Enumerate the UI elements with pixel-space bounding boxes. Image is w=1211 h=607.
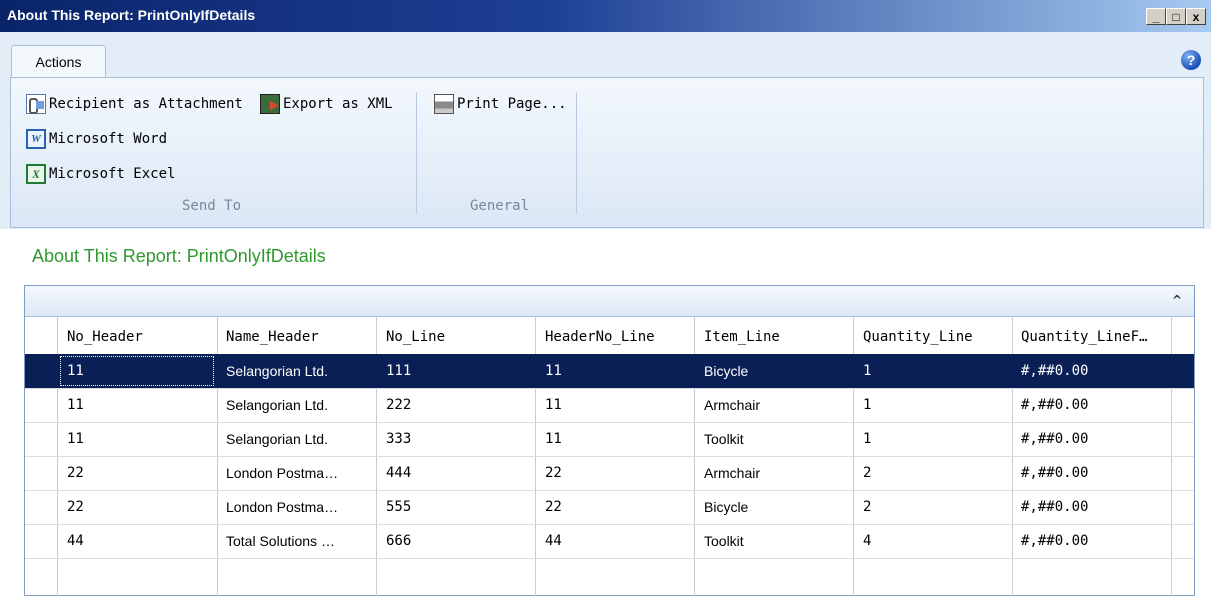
- table-cell: 222: [386, 397, 412, 413]
- microsoft-word-label: Microsoft Word: [49, 131, 168, 147]
- table-cell: Total Solutions …: [226, 533, 335, 549]
- table-cell: London Postma…: [226, 499, 339, 515]
- table-cell: 444: [386, 465, 412, 481]
- group-separator: [576, 92, 577, 214]
- column-header-name-header[interactable]: Name_Header: [226, 320, 319, 354]
- table-cell: Armchair: [704, 465, 761, 481]
- export-as-xml-label: Export as XML: [283, 96, 393, 112]
- table-row[interactable]: 22 London Postma… 444 22 Armchair 2 #,##…: [25, 456, 1194, 490]
- table-cell: Selangorian Ltd.: [226, 431, 328, 447]
- table-cell: 4: [863, 533, 872, 549]
- table-row[interactable]: 22 London Postma… 555 22 Bicycle 2 #,##0…: [25, 490, 1194, 524]
- grid-header-row: No_Header Name_Header No_Line HeaderNo_L…: [25, 320, 1194, 354]
- table-cell: 11: [545, 397, 562, 413]
- microsoft-excel-button[interactable]: X Microsoft Excel: [26, 162, 175, 186]
- print-page-button[interactable]: Print Page...: [434, 92, 567, 116]
- group-label-general: General: [470, 198, 530, 214]
- column-header-quantity-line-format[interactable]: Quantity_LineF…: [1021, 320, 1147, 354]
- table-cell: 1: [863, 363, 872, 379]
- table-cell: #,##0.00: [1021, 465, 1089, 481]
- grid-toolbar: ^: [25, 286, 1194, 317]
- table-cell: 1: [863, 431, 872, 447]
- table-cell: #,##0.00: [1021, 499, 1089, 515]
- table-cell: 1: [863, 397, 872, 413]
- group-label-send-to: Send To: [182, 198, 242, 214]
- table-cell: 666: [386, 533, 412, 549]
- table-cell: 11: [545, 363, 562, 379]
- column-header-no-line[interactable]: No_Line: [386, 320, 445, 354]
- table-row[interactable]: 44 Total Solutions … 666 44 Toolkit 4 #,…: [25, 524, 1194, 558]
- column-header-item-line[interactable]: Item_Line: [704, 320, 780, 354]
- close-button[interactable]: x: [1186, 8, 1206, 25]
- attachment-icon: [26, 94, 46, 114]
- table-cell: #,##0.00: [1021, 397, 1089, 413]
- table-cell: 44: [67, 533, 84, 549]
- table-cell: 2: [863, 499, 872, 515]
- printer-icon: [434, 94, 454, 114]
- table-cell: #,##0.00: [1021, 533, 1089, 549]
- table-row[interactable]: 11 Selangorian Ltd. 222 11 Armchair 1 #,…: [25, 388, 1194, 422]
- table-cell: #,##0.00: [1021, 431, 1089, 447]
- table-cell: London Postma…: [226, 465, 339, 481]
- table-cell: Toolkit: [704, 533, 744, 549]
- table-row[interactable]: 11 Selangorian Ltd. 111 11 Bicycle 1 #,#…: [25, 354, 1194, 388]
- collapse-icon[interactable]: ^: [1172, 293, 1182, 307]
- table-cell: 22: [545, 499, 562, 515]
- table-cell: #,##0.00: [1021, 363, 1089, 379]
- column-header-headerno-line[interactable]: HeaderNo_Line: [545, 320, 655, 354]
- microsoft-word-button[interactable]: W Microsoft Word: [26, 127, 167, 151]
- row-divider: [25, 558, 1194, 559]
- table-cell: 333: [386, 431, 412, 447]
- minimize-button[interactable]: _: [1146, 8, 1166, 25]
- word-icon: W: [26, 129, 46, 149]
- table-cell: 22: [545, 465, 562, 481]
- table-cell: 111: [386, 363, 412, 379]
- table-row[interactable]: 11 Selangorian Ltd. 333 11 Toolkit 1 #,#…: [25, 422, 1194, 456]
- table-cell: 44: [545, 533, 562, 549]
- table-cell: 2: [863, 465, 872, 481]
- table-cell: Selangorian Ltd.: [226, 363, 328, 379]
- column-header-no-header[interactable]: No_Header: [67, 320, 143, 354]
- data-grid: ^ No_Header Name_Header No_Line HeaderNo…: [24, 285, 1195, 596]
- column-header-quantity-line[interactable]: Quantity_Line: [863, 320, 973, 354]
- table-cell: 22: [67, 499, 84, 515]
- group-separator: [416, 92, 417, 214]
- recipient-as-attachment-label: Recipient as Attachment: [49, 96, 243, 112]
- table-cell: 11: [67, 431, 84, 447]
- export-as-xml-button[interactable]: Export as XML: [260, 92, 393, 116]
- microsoft-excel-label: Microsoft Excel: [49, 166, 176, 182]
- export-xml-icon: [260, 94, 280, 114]
- maximize-button[interactable]: □: [1166, 8, 1186, 25]
- recipient-as-attachment-button[interactable]: Recipient as Attachment: [26, 92, 243, 116]
- report-heading: About This Report: PrintOnlyIfDetails: [32, 246, 326, 266]
- table-cell: 555: [386, 499, 412, 515]
- tab-actions[interactable]: Actions: [11, 45, 106, 78]
- table-cell: Selangorian Ltd.: [226, 397, 328, 413]
- window-title: About This Report: PrintOnlyIfDetails: [7, 7, 256, 23]
- print-page-label: Print Page...: [457, 96, 567, 112]
- table-cell: 22: [67, 465, 84, 481]
- title-bar: About This Report: PrintOnlyIfDetails _ …: [0, 0, 1211, 32]
- table-cell: Bicycle: [704, 363, 749, 379]
- table-cell: Toolkit: [704, 431, 744, 447]
- table-cell: 11: [545, 431, 562, 447]
- table-cell: 11: [67, 397, 84, 413]
- table-cell: Bicycle: [704, 499, 749, 515]
- table-cell: Armchair: [704, 397, 761, 413]
- help-icon[interactable]: ?: [1181, 50, 1201, 70]
- table-cell: 11: [58, 354, 216, 388]
- excel-icon: X: [26, 164, 46, 184]
